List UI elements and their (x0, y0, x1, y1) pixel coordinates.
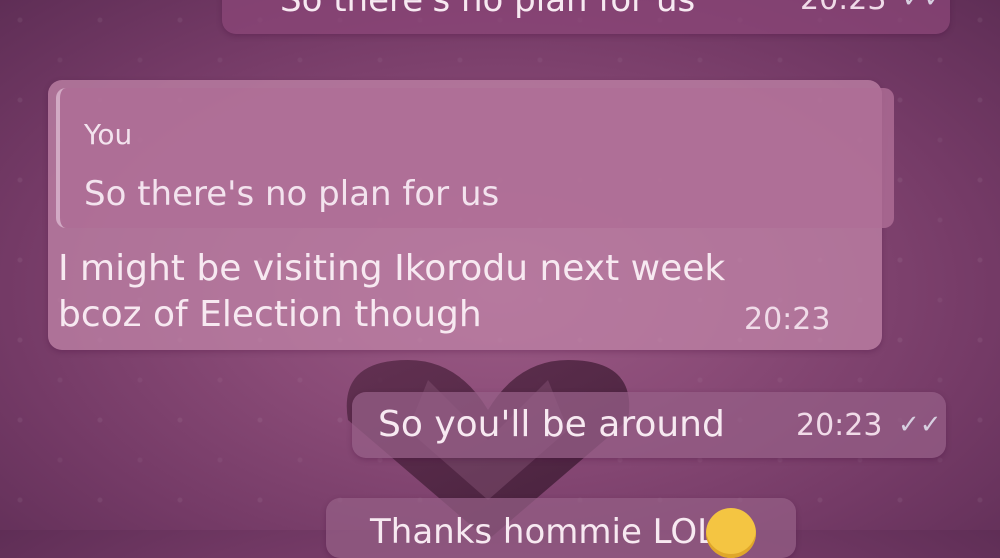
message-incoming[interactable]: You So there's no plan for us I might be… (48, 80, 894, 350)
message-time: 20:23 (800, 0, 886, 17)
message-text-line-1: I might be visiting Ikorodu next week (58, 248, 726, 289)
message-text: So you'll be around (378, 404, 725, 445)
quote-text: So there's no plan for us (84, 174, 500, 214)
message-outgoing-bottom[interactable]: Thanks hommie LOL (326, 498, 796, 558)
message-text: Thanks hommie LOL (370, 512, 717, 552)
message-outgoing[interactable]: So you'll be around 20:23 ✓✓ (352, 392, 946, 458)
double-check-icon: ✓✓ (902, 0, 946, 14)
quoted-reply[interactable]: You So there's no plan for us (56, 88, 894, 228)
message-time: 20:23 (796, 408, 883, 443)
message-time: 20:23 (744, 302, 831, 337)
quote-author: You (84, 118, 133, 151)
message-outgoing-top[interactable]: So there's no plan for us 20:23 ✓✓ (222, 0, 950, 34)
double-check-icon: ✓✓ (898, 410, 942, 440)
message-text: So there's no plan for us (280, 0, 696, 20)
message-text-line-2: bcoz of Election though (58, 294, 482, 335)
emoji-face-icon (706, 508, 756, 558)
